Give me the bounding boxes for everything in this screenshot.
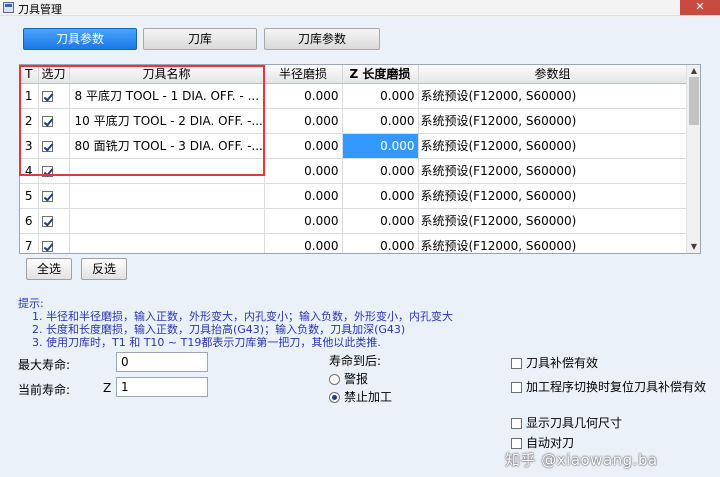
param-group-cell[interactable]: 系统预设(F12000, S60000)	[418, 233, 688, 253]
tool-table: T 选刀 刀具名称 半径磨损 Z 长度磨损 参数组 1 8 平底刀 TOOL -…	[19, 64, 701, 254]
vertical-scrollbar[interactable]: ▲ ▼	[686, 65, 700, 253]
tool-comp-checkbox[interactable]	[511, 358, 522, 369]
scroll-down-icon[interactable]: ▼	[687, 241, 700, 253]
radius-wear-cell[interactable]: 0.000	[264, 108, 343, 134]
param-group-cell[interactable]: 系统预设(F12000, S60000)	[418, 208, 688, 234]
dialog-body: 刀具参数 刀库 刀库参数 T 选刀 刀具名称 半径磨损 Z 长度磨损 参数组 1…	[0, 17, 720, 477]
reset-comp-checkbox[interactable]	[511, 382, 522, 393]
z-wear-cell[interactable]: 0.000	[342, 83, 419, 109]
alarm-radio[interactable]	[329, 374, 340, 385]
z-wear-cell-selected[interactable]: 0.000	[342, 133, 419, 159]
tool-number: 7	[20, 233, 39, 253]
select-checkbox[interactable]	[41, 190, 53, 202]
prohibit-radio[interactable]	[329, 392, 340, 403]
col-header-z-wear[interactable]: Z 长度磨损	[342, 65, 419, 84]
select-checkbox[interactable]	[41, 115, 53, 127]
table-header-row: T 选刀 刀具名称 半径磨损 Z 长度磨损 参数组	[20, 65, 688, 84]
tool-comp-option[interactable]: 刀具补偿有效	[511, 354, 598, 371]
tool-name-cell[interactable]	[69, 183, 265, 209]
table-row[interactable]: 4 0.000 0.000 系统预设(F12000, S60000)	[20, 158, 688, 184]
col-header-tool-name[interactable]: 刀具名称	[69, 65, 265, 84]
tab-tool-params[interactable]: 刀具参数	[23, 28, 137, 50]
radius-wear-cell[interactable]: 0.000	[264, 158, 343, 184]
z-wear-cell[interactable]: 0.000	[342, 208, 419, 234]
z-prefix-label: Z	[103, 381, 112, 395]
tool-name-cell[interactable]: 8 平底刀 TOOL - 1 DIA. OFF. - ...	[69, 83, 265, 109]
tool-name-cell[interactable]	[69, 233, 265, 253]
invert-selection-button[interactable]: 反选	[81, 258, 127, 280]
radius-wear-cell[interactable]: 0.000	[264, 183, 343, 209]
z-wear-cell[interactable]: 0.000	[342, 183, 419, 209]
param-group-cell[interactable]: 系统预设(F12000, S60000)	[418, 158, 688, 184]
auto-tool-set-checkbox[interactable]	[511, 438, 522, 449]
select-checkbox[interactable]	[41, 140, 53, 152]
window-title: 刀具管理	[18, 3, 62, 16]
tool-name-cell[interactable]: 10 平底刀 TOOL - 2 DIA. OFF. -...	[69, 108, 265, 134]
tool-number: 3	[20, 133, 39, 159]
prohibit-radio-option[interactable]: 禁止加工	[329, 388, 392, 405]
z-wear-cell[interactable]: 0.000	[342, 233, 419, 253]
alarm-radio-label: 警报	[344, 372, 369, 386]
current-life-input[interactable]: 1	[116, 377, 208, 397]
title-bar: 刀具管理 ✕	[0, 0, 720, 16]
table-row[interactable]: 6 0.000 0.000 系统预设(F12000, S60000)	[20, 208, 688, 234]
max-life-label: 最大寿命:	[18, 358, 71, 372]
param-group-cell[interactable]: 系统预设(F12000, S60000)	[418, 183, 688, 209]
reset-comp-label: 加工程序切换时复位刀具补偿有效	[526, 380, 707, 394]
prohibit-radio-label: 禁止加工	[344, 390, 393, 404]
tool-name-cell[interactable]	[69, 208, 265, 234]
table-row[interactable]: 2 10 平底刀 TOOL - 2 DIA. OFF. -... 0.000 0…	[20, 108, 688, 134]
radius-wear-cell[interactable]: 0.000	[264, 133, 343, 159]
hint-line-3: 3. 使用刀库时，T1 和 T10 ~ T19都表示刀库第一把刀，其他以此类推.	[32, 336, 381, 349]
tab-tool-magazine[interactable]: 刀库	[143, 28, 257, 50]
select-checkbox[interactable]	[41, 165, 53, 177]
life-after-label: 寿命到后:	[329, 354, 382, 368]
col-header-radius-wear[interactable]: 半径磨损	[264, 65, 343, 84]
scroll-up-icon[interactable]: ▲	[687, 65, 700, 77]
tool-comp-label: 刀具补偿有效	[526, 356, 599, 370]
z-wear-cell[interactable]: 0.000	[342, 158, 419, 184]
tool-number: 2	[20, 108, 39, 134]
col-header-param-group[interactable]: 参数组	[418, 65, 688, 84]
show-geometry-option[interactable]: 显示刀具几何尺寸	[511, 414, 622, 431]
select-checkbox[interactable]	[41, 90, 53, 102]
table-row[interactable]: 7 0.000 0.000 系统预设(F12000, S60000)	[20, 233, 688, 253]
param-group-cell[interactable]: 系统预设(F12000, S60000)	[418, 108, 688, 134]
show-geometry-checkbox[interactable]	[511, 418, 522, 429]
tool-number: 1	[20, 83, 39, 109]
table-row[interactable]: 5 0.000 0.000 系统预设(F12000, S60000)	[20, 183, 688, 209]
tool-number: 6	[20, 208, 39, 234]
tool-name-cell[interactable]	[69, 158, 265, 184]
watermark-text: 知乎 @xiaowang.ba	[505, 451, 658, 469]
reset-comp-option[interactable]: 加工程序切换时复位刀具补偿有效	[511, 378, 706, 395]
tool-number: 5	[20, 183, 39, 209]
alarm-radio-option[interactable]: 警报	[329, 370, 368, 387]
col-header-t[interactable]: T	[20, 65, 39, 84]
radius-wear-cell[interactable]: 0.000	[264, 208, 343, 234]
select-checkbox[interactable]	[41, 240, 53, 252]
max-life-input[interactable]: 0	[116, 352, 208, 372]
show-geometry-label: 显示刀具几何尺寸	[526, 416, 623, 430]
close-button[interactable]: ✕	[680, 0, 720, 15]
table-row[interactable]: 3 80 面铣刀 TOOL - 3 DIA. OFF. -... 0.000 0…	[20, 133, 688, 159]
radius-wear-cell[interactable]: 0.000	[264, 233, 343, 253]
current-life-label: 当前寿命:	[18, 383, 71, 397]
param-group-cell[interactable]: 系统预设(F12000, S60000)	[418, 133, 688, 159]
scroll-thumb[interactable]	[689, 77, 699, 125]
param-group-cell[interactable]: 系统预设(F12000, S60000)	[418, 83, 688, 109]
tool-name-cell[interactable]: 80 面铣刀 TOOL - 3 DIA. OFF. -...	[69, 133, 265, 159]
tab-magazine-params[interactable]: 刀库参数	[264, 28, 380, 50]
z-wear-cell[interactable]: 0.000	[342, 108, 419, 134]
auto-tool-set-label: 自动对刀	[526, 436, 575, 450]
select-checkbox[interactable]	[41, 215, 53, 227]
col-header-select[interactable]: 选刀	[38, 65, 70, 84]
select-all-button[interactable]: 全选	[26, 258, 72, 280]
radius-wear-cell[interactable]: 0.000	[264, 83, 343, 109]
table-row[interactable]: 1 8 平底刀 TOOL - 1 DIA. OFF. - ... 0.000 0…	[20, 83, 688, 109]
app-icon	[3, 2, 14, 13]
tool-number: 4	[20, 158, 39, 184]
